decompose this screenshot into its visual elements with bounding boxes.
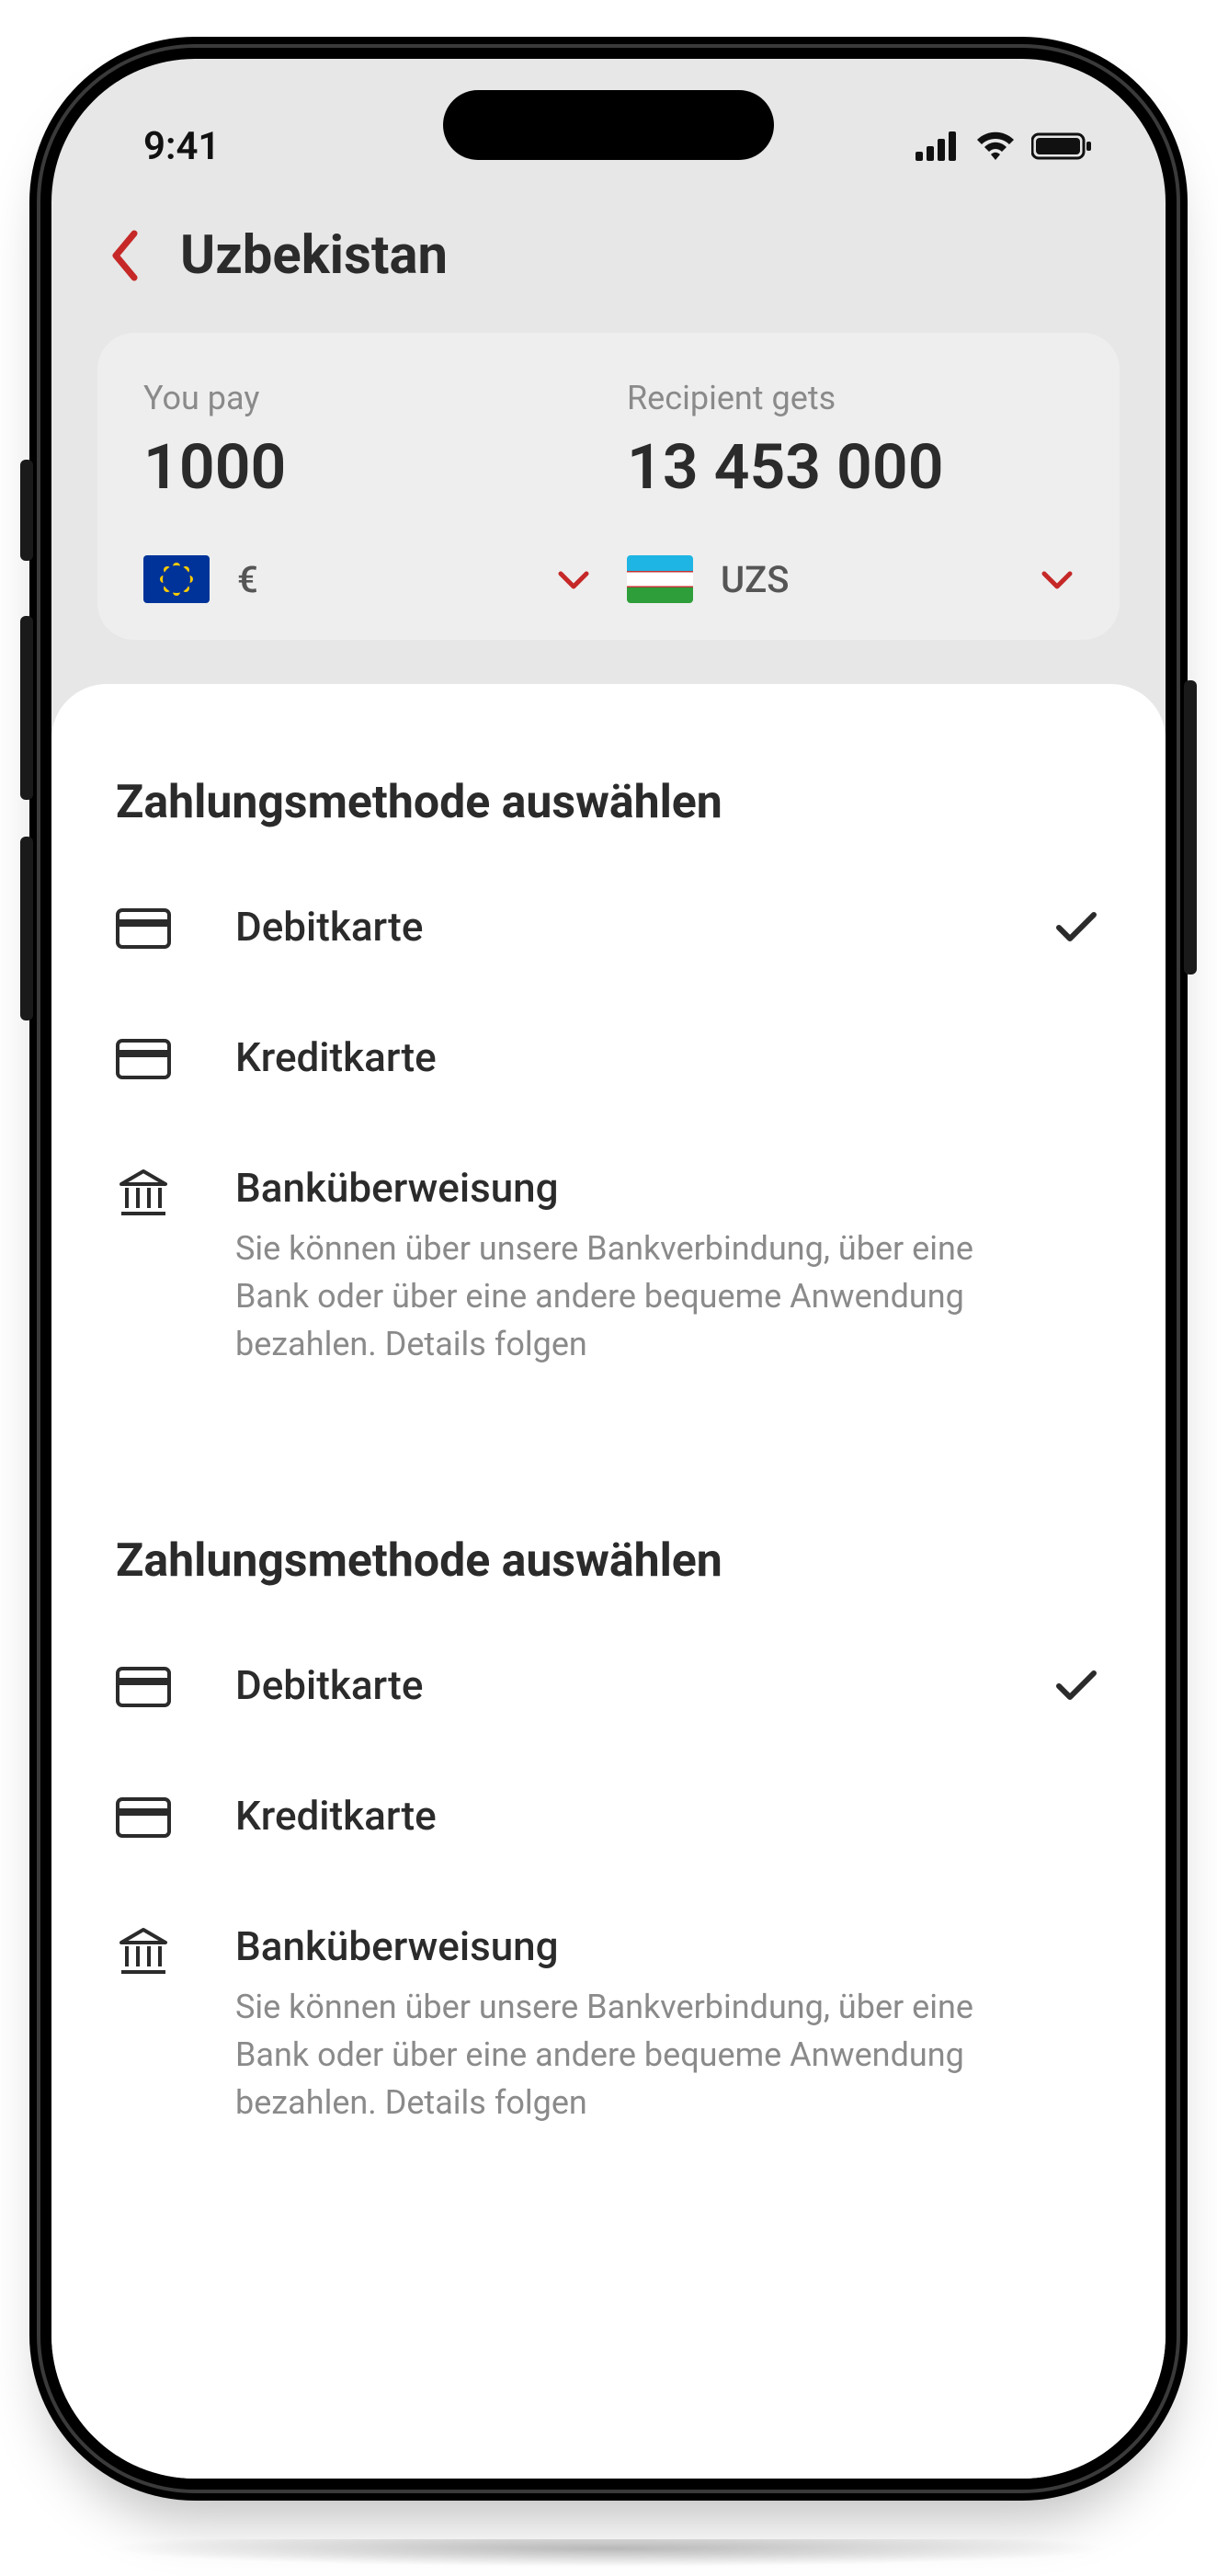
- header: Uzbekistan: [51, 197, 1166, 333]
- card-icon: [116, 1797, 171, 1838]
- option-title: Kreditkarte: [235, 1033, 991, 1081]
- battery-icon: [1031, 131, 1092, 161]
- card-icon: [116, 1667, 171, 1707]
- option-bankueberweisung[interactable]: Banküberweisung Sie können über unsere B…: [116, 1164, 1101, 1369]
- payment-method-sheet: Zahlungsmethode auswählen Debitkarte: [51, 684, 1166, 2479]
- volume-button: [20, 837, 33, 1020]
- screen: 9:41: [51, 59, 1166, 2479]
- notch: [443, 90, 774, 160]
- back-icon[interactable]: [107, 228, 143, 283]
- option-kreditkarte[interactable]: Kreditkarte: [116, 1033, 1101, 1081]
- card-icon: [116, 1039, 171, 1079]
- get-currency-code: UZS: [721, 558, 1013, 601]
- chevron-down-icon: [557, 568, 590, 590]
- pay-currency-code: €: [237, 558, 529, 601]
- amount-card: You pay 1000 € Recipient gets 13 453 000: [97, 333, 1120, 640]
- status-icons: [916, 131, 1092, 162]
- option-bankueberweisung[interactable]: Banküberweisung Sie können über unsere B…: [116, 1922, 1101, 2127]
- power-button: [1184, 680, 1197, 975]
- you-pay-label: You pay: [143, 379, 590, 417]
- page-title: Uzbekistan: [180, 224, 448, 287]
- option-title: Banküberweisung: [235, 1164, 991, 1212]
- option-title: Debitkarte: [235, 903, 991, 951]
- option-debitkarte[interactable]: Debitkarte: [116, 903, 1101, 951]
- eu-flag-icon: [143, 555, 210, 603]
- option-description: Sie können über unsere Bankverbindung, ü…: [235, 1983, 991, 2127]
- option-title: Kreditkarte: [235, 1792, 991, 1840]
- cellular-icon: [916, 131, 960, 161]
- recipient-gets-column: Recipient gets 13 453 000 UZS: [627, 379, 1074, 603]
- card-icon: [116, 908, 171, 949]
- check-icon: [1055, 1670, 1098, 1703]
- chevron-down-icon: [1041, 568, 1074, 590]
- status-time: 9:41: [143, 124, 220, 169]
- section-title: Zahlungsmethode auswählen: [116, 1534, 1101, 1588]
- option-description: Sie können über unsere Bankverbindung, ü…: [235, 1225, 991, 1369]
- check-icon: [1055, 911, 1098, 944]
- phone-frame: 9:41: [29, 37, 1188, 2501]
- bank-icon: [116, 1926, 171, 1978]
- recipient-gets-value: 13 453 000: [627, 430, 1074, 504]
- recipient-gets-label: Recipient gets: [627, 379, 1074, 417]
- get-currency-selector[interactable]: UZS: [627, 555, 1074, 603]
- wifi-icon: [974, 131, 1017, 162]
- option-title: Banküberweisung: [235, 1922, 991, 1970]
- volume-button: [20, 460, 33, 561]
- bank-icon: [116, 1168, 171, 1219]
- section-title: Zahlungsmethode auswählen: [116, 776, 1101, 829]
- uz-flag-icon: [627, 555, 693, 603]
- you-pay-value[interactable]: 1000: [143, 430, 590, 504]
- option-title: Debitkarte: [235, 1661, 991, 1709]
- you-pay-column: You pay 1000 €: [143, 379, 590, 603]
- option-debitkarte[interactable]: Debitkarte: [116, 1661, 1101, 1709]
- pay-currency-selector[interactable]: €: [143, 555, 590, 603]
- option-kreditkarte[interactable]: Kreditkarte: [116, 1792, 1101, 1840]
- volume-button: [20, 616, 33, 800]
